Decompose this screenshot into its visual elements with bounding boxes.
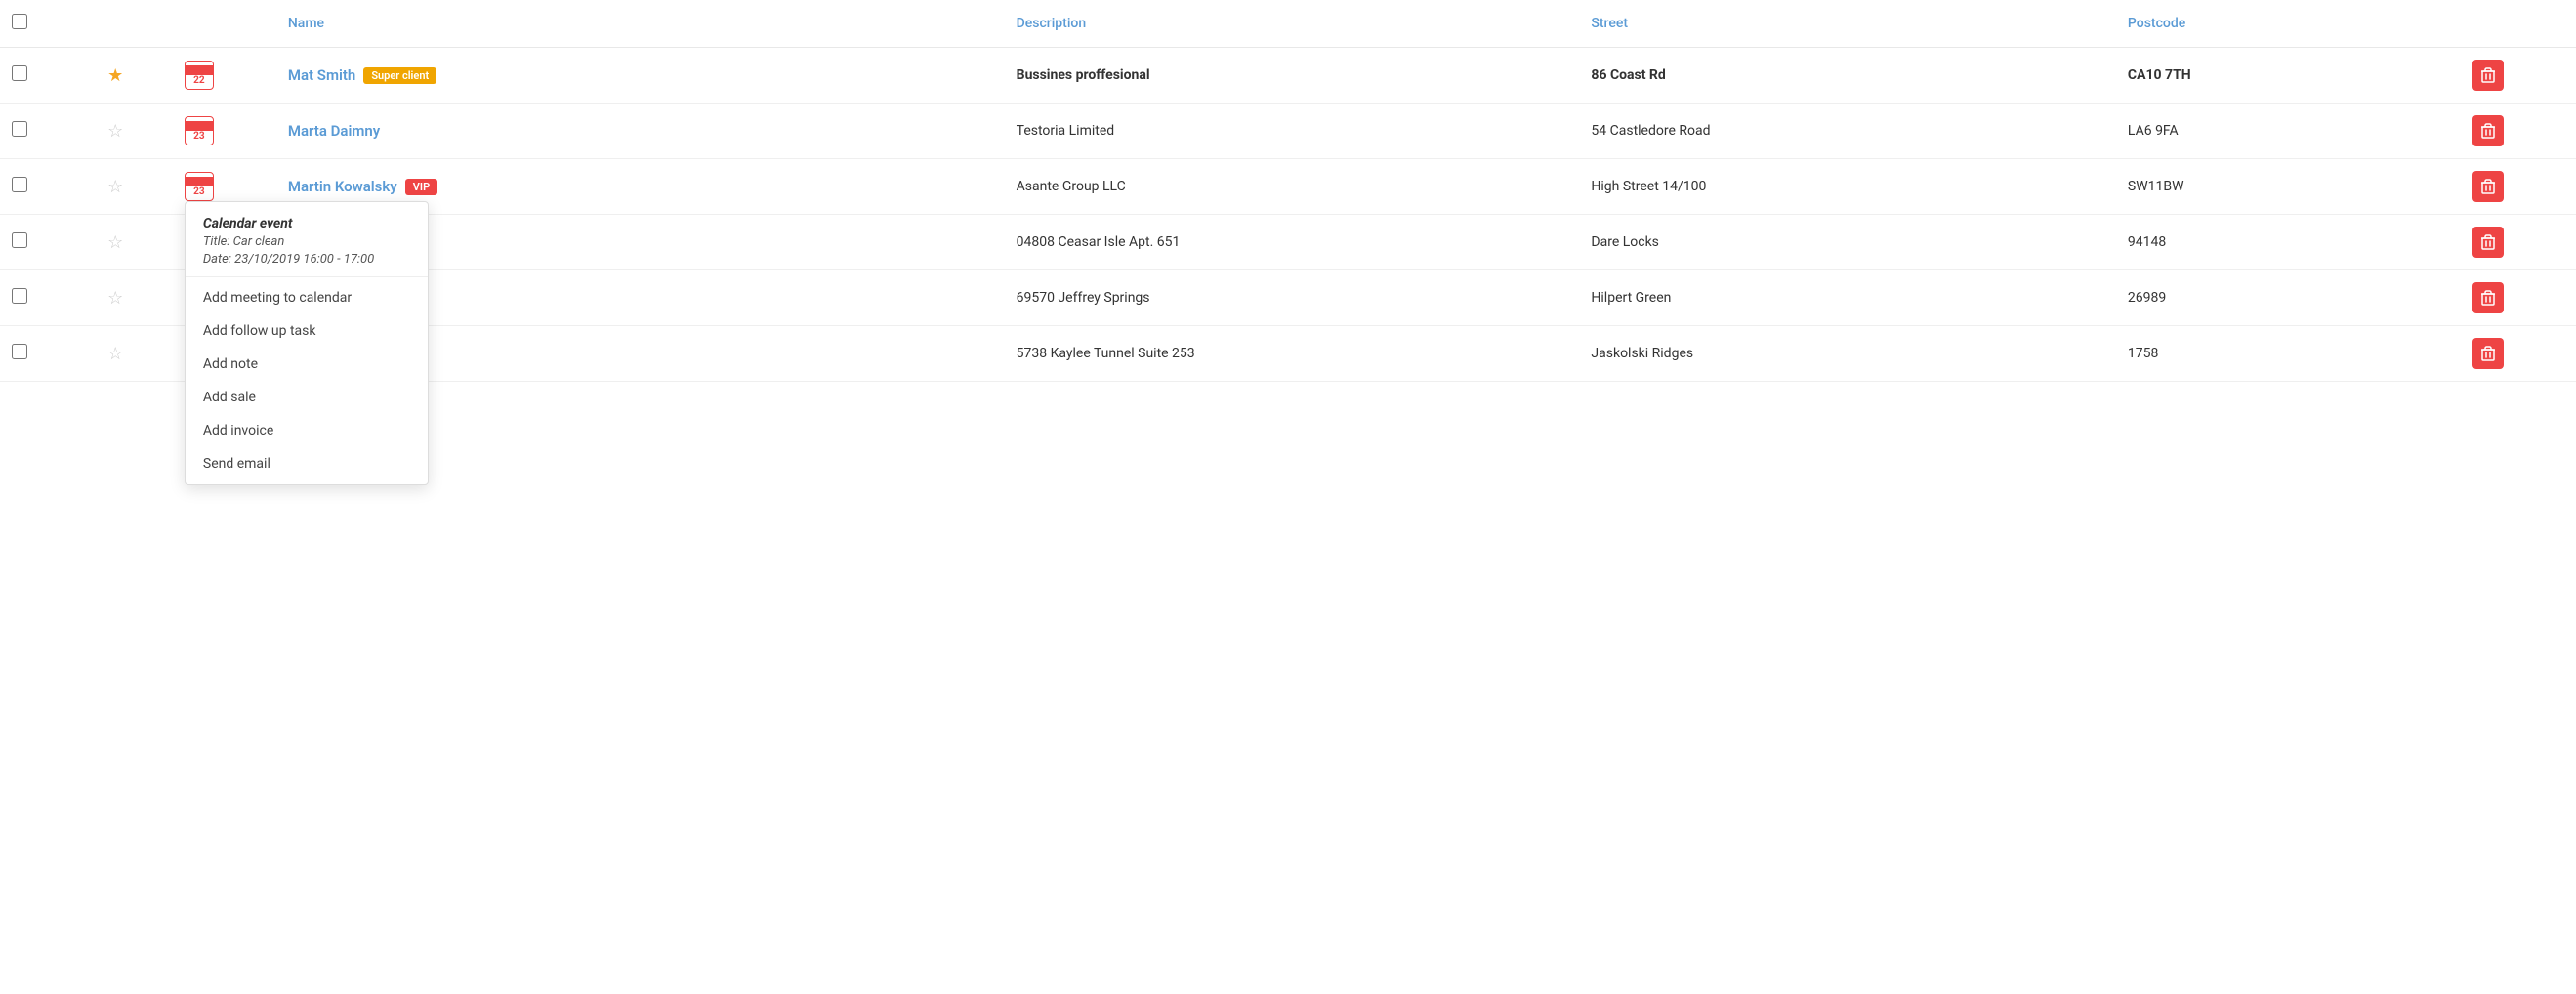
- row-checkbox[interactable]: [12, 65, 27, 81]
- trash-icon: [2481, 179, 2495, 194]
- contact-postcode: 1758: [2128, 346, 2158, 361]
- favorite-star-icon[interactable]: ☆: [107, 232, 123, 253]
- contact-postcode: 94148: [2128, 234, 2166, 250]
- contact-postcode: LA6 9FA: [2128, 123, 2179, 139]
- calendar-day-number: 23: [193, 187, 204, 197]
- popup-event-title: Calendar event: [203, 216, 410, 231]
- row-checkbox[interactable]: [12, 121, 27, 137]
- header-checkbox-col: [0, 0, 96, 48]
- contact-street: Jaskolski Ridges: [1591, 346, 1693, 361]
- contact-street: 86 Coast Rd: [1591, 67, 1665, 83]
- calendar-day-number: 22: [193, 76, 204, 86]
- row-checkbox[interactable]: [12, 232, 27, 248]
- favorite-star-icon[interactable]: ☆: [107, 288, 123, 309]
- header-cal-col: [173, 0, 276, 48]
- calendar-icon[interactable]: 23: [185, 172, 214, 201]
- trash-icon: [2481, 67, 2495, 83]
- contact-postcode: CA10 7TH: [2128, 67, 2191, 83]
- trash-icon: [2481, 234, 2495, 250]
- delete-button[interactable]: [2472, 282, 2504, 313]
- popup-menu-item-3[interactable]: Add note: [186, 348, 428, 381]
- calendar-icon[interactable]: 22: [185, 61, 214, 90]
- header-star-col: [96, 0, 173, 48]
- calendar-day-number: 23: [193, 132, 204, 142]
- header-postcode: Postcode: [2116, 0, 2461, 48]
- delete-button[interactable]: [2472, 60, 2504, 91]
- contact-description: Asante Group LLC: [1017, 179, 1126, 194]
- popup-event-name: Title: Car clean: [203, 234, 410, 249]
- contact-badge-vip: VIP: [405, 179, 437, 195]
- contact-name-link[interactable]: Martin Kowalsky: [288, 178, 397, 195]
- table-row: ☆23Calendar eventTitle: Car cleanDate: 2…: [0, 159, 2576, 215]
- header-description: Description: [1005, 0, 1580, 48]
- delete-button[interactable]: [2472, 171, 2504, 202]
- popup-event-date: Date: 23/10/2019 16:00 - 17:00: [203, 252, 410, 267]
- contact-description: 5738 Kaylee Tunnel Suite 253: [1017, 346, 1195, 361]
- popup-menu-item-2[interactable]: Add follow up task: [186, 314, 428, 348]
- contact-description: 69570 Jeffrey Springs: [1017, 290, 1150, 306]
- calendar-icon[interactable]: 23: [185, 116, 214, 145]
- header-name: Name: [276, 0, 1005, 48]
- delete-button[interactable]: [2472, 115, 2504, 146]
- favorite-star-icon[interactable]: ☆: [107, 344, 123, 364]
- contact-street: Dare Locks: [1591, 234, 1659, 250]
- contact-name-link[interactable]: Marta Daimny: [288, 122, 380, 140]
- trash-icon: [2481, 346, 2495, 361]
- contact-postcode: 26989: [2128, 290, 2166, 306]
- contact-description: Bussines proffesional: [1017, 67, 1150, 83]
- contact-street: 54 Castledore Road: [1591, 123, 1710, 139]
- row-checkbox[interactable]: [12, 288, 27, 304]
- contact-name-link[interactable]: Mat Smith: [288, 66, 355, 84]
- table-header-row: Name Description Street Postcode: [0, 0, 2576, 48]
- popup-menu-item-6[interactable]: Send email: [186, 447, 428, 480]
- trash-icon: [2481, 290, 2495, 306]
- delete-button[interactable]: [2472, 227, 2504, 258]
- popup-menu-item-5[interactable]: Add invoice: [186, 414, 428, 447]
- favorite-star-icon[interactable]: ☆: [107, 121, 123, 142]
- contacts-table-container: Name Description Street Postcode ★ 22 Mat …: [0, 0, 2576, 994]
- contacts-table: Name Description Street Postcode ★ 22 Mat …: [0, 0, 2576, 382]
- contact-description: 04808 Ceasar Isle Apt. 651: [1017, 234, 1181, 250]
- select-all-checkbox[interactable]: [12, 14, 27, 29]
- favorite-star-icon[interactable]: ☆: [107, 177, 123, 197]
- favorite-star-icon[interactable]: ★: [107, 65, 123, 86]
- popup-header: Calendar event Title: Car clean Date: 23/1…: [186, 216, 428, 277]
- contact-description: Testoria Limited: [1017, 123, 1115, 139]
- contact-street: Hilpert Green: [1591, 290, 1671, 306]
- contact-postcode: SW11BW: [2128, 179, 2184, 194]
- row-checkbox[interactable]: [12, 344, 27, 359]
- popup-menu-item-4[interactable]: Add sale: [186, 381, 428, 414]
- calendar-event-popup: Calendar event Title: Car clean Date: 23/1…: [185, 201, 429, 485]
- row-checkbox[interactable]: [12, 177, 27, 192]
- header-street: Street: [1579, 0, 2116, 48]
- table-body: ★ 22 Mat Smith Super client Bussines proffes…: [0, 48, 2576, 382]
- contact-street: High Street 14/100: [1591, 179, 1706, 194]
- table-row: ★ 22 Mat Smith Super client Bussines proffes…: [0, 48, 2576, 104]
- delete-button[interactable]: [2472, 338, 2504, 369]
- popup-menu-item-1[interactable]: Add meeting to calendar: [186, 281, 428, 314]
- header-delete-col: [2461, 0, 2576, 48]
- trash-icon: [2481, 123, 2495, 139]
- table-row: ☆ 23 Marta Daimny Testoria Limited 54 Castle…: [0, 104, 2576, 159]
- contact-badge-super: Super client: [363, 67, 436, 84]
